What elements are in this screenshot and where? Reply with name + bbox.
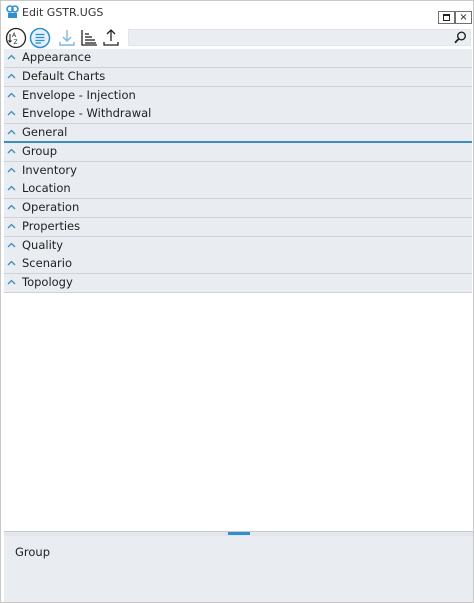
category-row[interactable]: Scenario [4, 255, 472, 275]
category-label: Properties [22, 218, 81, 233]
category-label: Topology [22, 275, 73, 289]
chevron-up-icon[interactable] [7, 129, 16, 135]
category-label: General [22, 125, 68, 139]
chevron-up-icon[interactable] [7, 279, 16, 285]
close-button[interactable]: × [455, 11, 472, 24]
category-label: Inventory [22, 162, 77, 177]
chevron-up-icon[interactable] [7, 242, 16, 248]
category-label: Scenario [22, 256, 72, 271]
chevron-up-icon[interactable] [7, 73, 16, 79]
category-row[interactable]: Default Charts [4, 67, 472, 87]
chevron-up-icon[interactable] [7, 54, 16, 60]
category-row[interactable]: Operation [4, 199, 472, 218]
category-label: Appearance [22, 50, 92, 64]
upload-icon[interactable] [101, 27, 121, 49]
category-list: Appearance Default Charts Envelope - Injec… [4, 49, 473, 293]
svg-text:Z: Z [14, 39, 18, 46]
chevron-up-icon[interactable] [7, 110, 16, 116]
search-icon[interactable] [454, 31, 467, 44]
chevron-up-icon[interactable] [7, 260, 16, 266]
description-panel: Group [4, 536, 473, 602]
splitter-grip[interactable] [228, 532, 250, 535]
category-row[interactable]: Inventory [4, 161, 472, 181]
category-row[interactable]: Group [4, 142, 472, 162]
category-row[interactable]: Envelope - Withdrawal [4, 105, 472, 125]
category-row[interactable]: Appearance [4, 49, 472, 68]
category-row[interactable]: Quality [4, 236, 472, 256]
app-logo-icon [6, 5, 19, 18]
chevron-up-icon[interactable] [7, 185, 16, 191]
category-row[interactable]: General [4, 124, 472, 143]
sort-alphabetical-icon[interactable]: A Z [5, 27, 27, 49]
sort-list-icon[interactable] [79, 27, 99, 49]
category-label: Envelope - Injection [22, 87, 136, 102]
category-row[interactable]: Location [4, 180, 472, 200]
categorized-view-icon[interactable] [29, 27, 51, 49]
restore-icon [443, 14, 450, 21]
category-row[interactable]: Topology [4, 274, 472, 293]
download-icon[interactable] [57, 27, 77, 49]
property-grid-empty-area [4, 293, 473, 531]
window-title: Edit GSTR.UGS [22, 6, 104, 19]
chevron-up-icon[interactable] [7, 167, 16, 173]
chevron-up-icon[interactable] [7, 92, 16, 98]
restore-button[interactable] [438, 11, 455, 24]
toolbar: A Z [1, 26, 473, 50]
category-label: Location [22, 181, 71, 196]
edit-window: Edit GSTR.UGS × A Z Appearance Default C… [0, 0, 474, 603]
category-label: Envelope - Withdrawal [22, 106, 152, 121]
search-input[interactable] [128, 29, 471, 46]
category-label: Quality [22, 237, 64, 252]
title-bar: Edit GSTR.UGS × [1, 1, 473, 25]
category-row[interactable]: Envelope - Injection [4, 86, 472, 106]
chevron-up-icon[interactable] [7, 223, 16, 229]
category-label: Default Charts [22, 68, 106, 83]
category-row[interactable]: Properties [4, 217, 472, 237]
description-text: Group [15, 545, 51, 559]
chevron-up-icon[interactable] [7, 148, 16, 154]
category-label: Operation [22, 200, 80, 214]
category-label: Group [22, 143, 58, 158]
close-icon: × [459, 11, 468, 23]
chevron-up-icon[interactable] [7, 204, 16, 210]
